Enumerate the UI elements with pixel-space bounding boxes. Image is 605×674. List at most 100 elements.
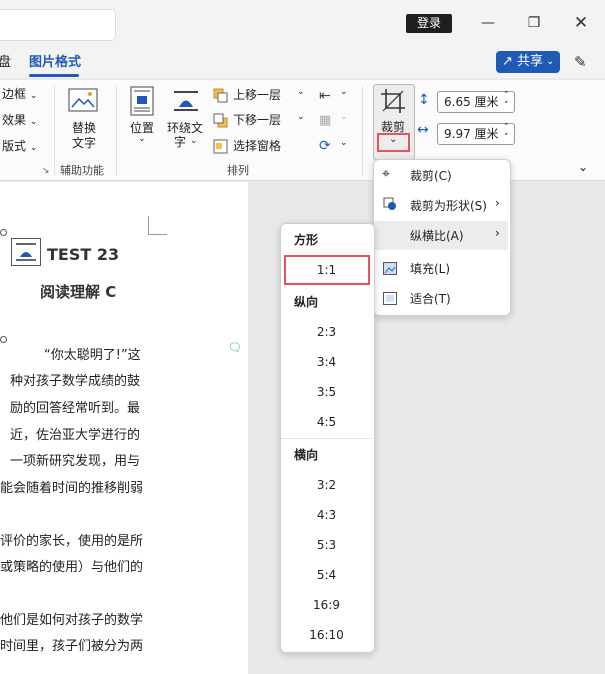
selection-pane-button[interactable]: 选择窗格 (233, 138, 281, 154)
rotate-icon[interactable]: ⟳ (319, 138, 331, 154)
send-backward-button[interactable]: 下移一层 (233, 112, 281, 128)
chevron-down-icon[interactable]: ⌄ (297, 112, 305, 122)
crop-icon (380, 88, 406, 114)
alt-text-label-1[interactable]: 替换 (72, 120, 96, 136)
ratio-1-1[interactable]: 1:1 (280, 262, 373, 278)
fill-icon (383, 260, 397, 275)
landscape-header: 横向 (294, 448, 319, 462)
doc-line: 他们是如何对孩子的数学 (0, 613, 144, 628)
portrait-header: 纵向 (294, 295, 319, 309)
doc-line: “你太聪明了!”这 (44, 348, 141, 363)
crop-icon: ⌖ (382, 166, 390, 182)
doc-heading: TEST 23 (47, 245, 120, 264)
restore-icon[interactable]: ❐ (524, 12, 544, 34)
chevron-down-icon: ⌄ (389, 134, 398, 145)
align-icon[interactable]: ⇤ (319, 88, 331, 104)
chevron-right-icon: › (495, 196, 500, 210)
spin-arrows-icon[interactable]: ˄ ˅ (504, 123, 509, 143)
menu-item-aspect-ratio[interactable]: 纵横比(A) (410, 228, 464, 244)
menu-item-crop[interactable]: 裁剪(C) (410, 168, 452, 184)
ribbon-collapse-icon[interactable]: ⌄ (578, 160, 588, 174)
height-icon: ↕ (418, 92, 430, 108)
spin-arrows-icon[interactable]: ˄ ˅ (504, 91, 509, 111)
doc-line: 能会随着时间的推移削弱 (0, 481, 144, 496)
selection-pane-icon (213, 139, 228, 154)
doc-line: 一项新研究发现，用与 (10, 454, 141, 469)
doc-subheading: 阅读理解 C (40, 283, 117, 301)
ratio-5-4[interactable]: 5:4 (280, 567, 373, 583)
comments-icon[interactable]: ✎ (574, 53, 587, 71)
group-icon[interactable]: ▦ (319, 113, 331, 128)
chevron-down-icon[interactable]: ⌄ (340, 87, 348, 97)
group-separator (54, 86, 55, 176)
doc-line: 种对孩子数学成绩的鼓 (10, 374, 141, 389)
minimize-icon[interactable]: — (478, 12, 498, 34)
ratio-2-3[interactable]: 2:3 (280, 324, 373, 340)
width-value: 9.97 厘米 (444, 127, 499, 141)
header-image-icon (11, 238, 41, 266)
accessibility-group-label: 辅助功能 (60, 164, 104, 177)
chevron-right-icon: › (495, 226, 500, 240)
chevron-down-icon: ⌄ (29, 91, 38, 101)
arrange-group-label: 排列 (227, 164, 249, 177)
alt-text-label-2[interactable]: 文字 (72, 135, 96, 151)
chevron-down-icon[interactable]: ⌄ (340, 138, 348, 148)
chevron-down-icon[interactable]: ⌄ (297, 87, 305, 97)
send-backward-icon (213, 113, 228, 128)
bring-forward-button[interactable]: 上移一层 (233, 87, 281, 103)
layout-label: 版式 (2, 139, 27, 153)
chevron-down-icon: ⌄ (29, 117, 38, 127)
doc-line: 评价的家长，使用的是所 (0, 534, 144, 549)
ratio-3-2[interactable]: 3:2 (280, 477, 373, 493)
ratio-3-5[interactable]: 3:5 (280, 384, 373, 400)
ratio-16-9[interactable]: 16:9 (280, 597, 373, 613)
chevron-down-icon: ⌄ (29, 143, 38, 153)
group-separator (362, 86, 363, 176)
group-separator (116, 86, 117, 176)
position-icon (130, 86, 154, 116)
login-button[interactable]: 登录 (406, 14, 452, 33)
effect-label: 效果 (2, 113, 27, 127)
search-box[interactable] (0, 9, 116, 41)
ratio-4-3[interactable]: 4:3 (280, 507, 373, 523)
square-header: 方形 (294, 233, 319, 247)
ratio-4-5[interactable]: 4:5 (280, 414, 373, 430)
border-button[interactable]: 边框 ⌄ (2, 86, 37, 104)
selection-handle[interactable] (0, 336, 7, 343)
tab-active-indicator (29, 74, 79, 77)
tab-partial[interactable]: 盘 (0, 53, 11, 73)
share-label: 共享 (517, 54, 544, 69)
ratio-5-3[interactable]: 5:3 (280, 537, 373, 553)
effect-button[interactable]: 效果 ⌄ (2, 112, 37, 130)
selection-handle[interactable] (0, 229, 7, 236)
menu-separator (281, 438, 372, 439)
menu-item-fill[interactable]: 填充(L) (410, 261, 450, 277)
alt-text-icon (68, 88, 98, 112)
chevron-down-icon: ⌄ (340, 112, 348, 122)
menu-item-fit[interactable]: 适合(T) (410, 291, 451, 307)
ratio-16-10[interactable]: 16:10 (280, 627, 373, 643)
share-icon: ↗ (502, 54, 513, 69)
close-icon[interactable]: ✕ (571, 12, 591, 34)
chevron-down-icon: ⌄ (138, 134, 146, 144)
doc-line: 时间里，孩子们被分为两 (0, 639, 144, 654)
doc-line: 或策略的使用）与他们的 (0, 560, 144, 575)
chevron-down-icon: ⌄ (190, 136, 198, 146)
doc-line: 励的回答经常听到。最 (10, 401, 141, 416)
width-icon: ↔ (417, 122, 429, 138)
layout-button[interactable]: 版式 ⌄ (2, 138, 37, 156)
wrap-text-label-2[interactable]: 字 (174, 134, 186, 150)
doc-line: 近，佐治亚大学进行的 (10, 428, 141, 443)
tab-picture-format[interactable]: 图片格式 (29, 53, 81, 73)
share-button[interactable]: ↗ 共享 ⌄ (496, 51, 560, 73)
dialog-launcher-icon[interactable]: ↘ (42, 166, 50, 176)
height-value: 6.65 厘米 (444, 95, 499, 109)
chevron-down-icon: ⌄ (546, 56, 555, 67)
border-label: 边框 (2, 87, 27, 101)
comment-marker-icon[interactable]: 🗨 (228, 341, 242, 354)
menu-item-crop-to-shape[interactable]: 裁剪为形状(S) (410, 198, 487, 214)
bring-forward-icon (213, 88, 228, 103)
crop-to-shape-icon (383, 196, 396, 210)
margin-marker (148, 216, 167, 235)
ratio-3-4[interactable]: 3:4 (280, 354, 373, 370)
